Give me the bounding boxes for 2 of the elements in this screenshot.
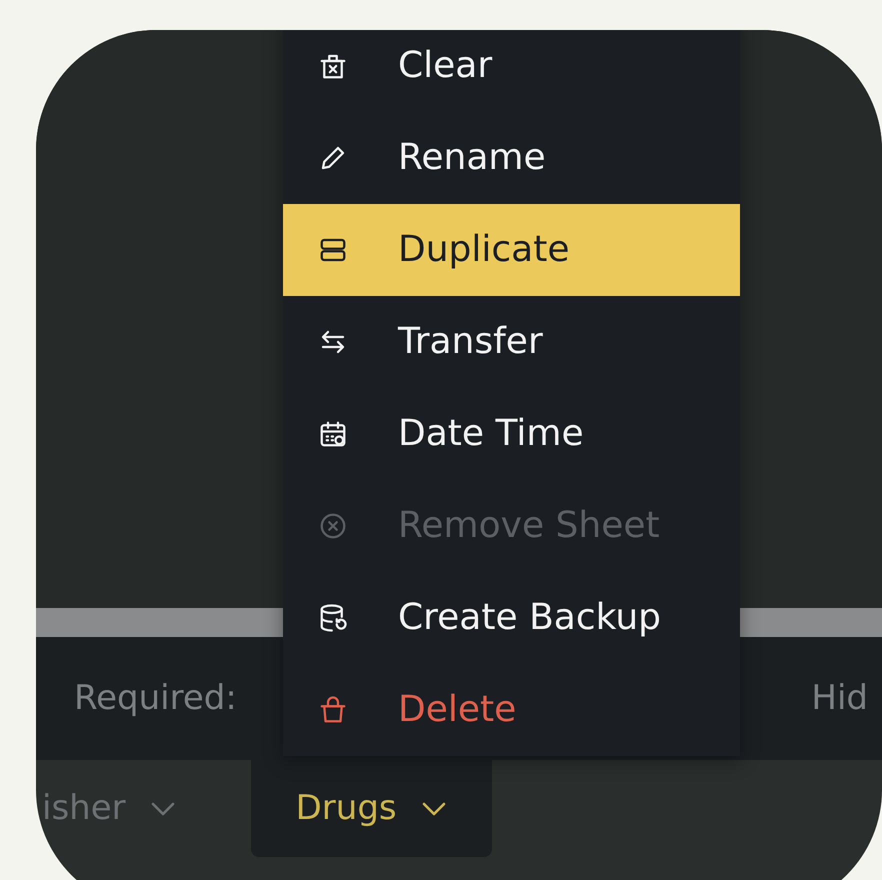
info-text: Hid	[811, 677, 868, 720]
info-text: Required:	[74, 677, 237, 720]
